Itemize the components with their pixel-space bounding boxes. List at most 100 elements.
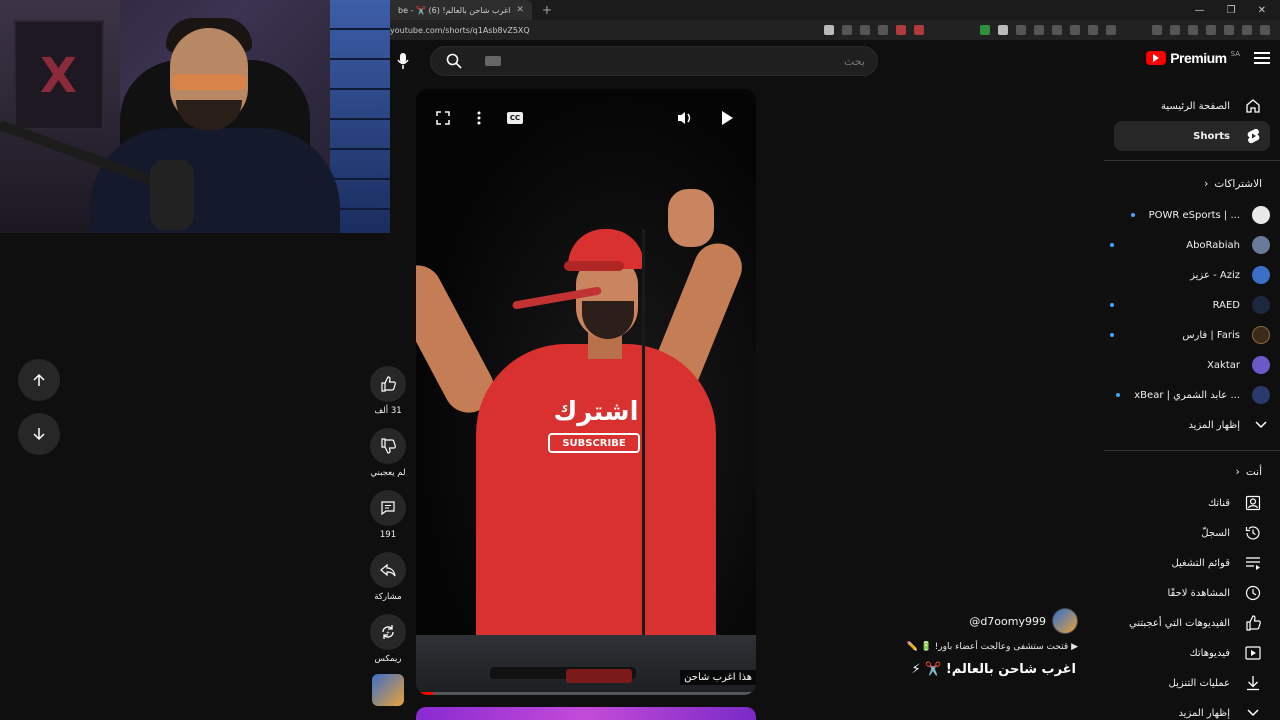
- restore-icon[interactable]: ❐: [1227, 5, 1236, 16]
- download-toolbar-icon[interactable]: [1206, 25, 1216, 35]
- music-icon[interactable]: [1152, 25, 1162, 35]
- profile-icon[interactable]: [1224, 25, 1234, 35]
- thumbs-up-icon: [381, 376, 396, 392]
- show-more-subscriptions[interactable]: إظهار المزيد: [1110, 413, 1270, 437]
- volume-icon: [678, 112, 691, 124]
- wallet-icon[interactable]: [1188, 25, 1198, 35]
- alert-icon[interactable]: [914, 25, 924, 35]
- extension-wifi-icon[interactable]: [1016, 25, 1026, 35]
- sidebar-toggle-icon[interactable]: [1170, 25, 1180, 35]
- close-window-icon[interactable]: ✕: [1258, 5, 1266, 16]
- shorts-video-player[interactable]: اشترك SUBSCRIBE CC هذا اغرب شاحن: [416, 89, 756, 695]
- extension-green-icon[interactable]: [980, 25, 990, 35]
- dislike-label: لم يعجبني: [370, 468, 406, 478]
- more-options-button[interactable]: [468, 107, 490, 129]
- toolbar-icons: [824, 25, 1280, 35]
- extension-icon[interactable]: [896, 25, 906, 35]
- subscription-item[interactable]: AboRabiah: [1110, 233, 1270, 257]
- new-tab-icon[interactable]: +: [542, 3, 552, 17]
- translate-icon[interactable]: [824, 25, 834, 35]
- playlist-icon: [1244, 554, 1262, 572]
- channel-avatar: [1252, 356, 1270, 374]
- extension-box-icon[interactable]: [1070, 25, 1080, 35]
- browser-tab-active[interactable]: be - ✂️ اغرب شاحن بالعالم! (6) ✕: [390, 0, 532, 20]
- comments-button[interactable]: [370, 490, 406, 526]
- zoom-icon[interactable]: [860, 25, 870, 35]
- subscription-item[interactable]: RAED: [1110, 293, 1270, 317]
- chevron-left-icon: ‹: [1235, 466, 1240, 478]
- subscription-item[interactable]: Xaktar: [1110, 353, 1270, 377]
- remix-button[interactable]: +: [370, 614, 406, 650]
- show-more-you[interactable]: إظهار المزيد: [1114, 698, 1270, 720]
- video-table: [416, 635, 756, 695]
- search-input[interactable]: [501, 54, 877, 68]
- webcam-poster: [14, 20, 104, 130]
- screenshot-icon[interactable]: [842, 25, 852, 35]
- extension-circle-icon[interactable]: [1106, 25, 1116, 35]
- captions-button[interactable]: CC: [504, 107, 526, 129]
- minimize-icon[interactable]: —: [1195, 5, 1205, 16]
- subscription-item[interactable]: xBear | عابد الشمري ...: [1110, 383, 1270, 407]
- channel-handle[interactable]: @d7oomy999: [969, 615, 1046, 628]
- menu-icon[interactable]: [1260, 25, 1270, 35]
- youtube-premium-logo[interactable]: Premium SA: [1146, 50, 1240, 66]
- sidebar-item-downloads[interactable]: عمليات التنزيل: [1114, 668, 1270, 698]
- url-text[interactable]: youtube.com/shorts/q1Asb8vZ5XQ: [390, 26, 824, 35]
- you-header[interactable]: أنت ‹: [1236, 466, 1262, 478]
- next-short-preview[interactable]: [416, 707, 756, 720]
- video-progress-bar[interactable]: [416, 692, 756, 695]
- subscription-item[interactable]: فارس | Faris: [1110, 323, 1270, 347]
- dislike-button[interactable]: [370, 428, 406, 464]
- share-button[interactable]: [370, 552, 406, 588]
- shirt-text: اشترك: [553, 397, 639, 427]
- sidebar-item-shorts[interactable]: Shorts: [1114, 121, 1270, 151]
- subscription-item[interactable]: POWR eSports | ...: [1110, 203, 1270, 227]
- video-title[interactable]: اغرب شاحن بالعالم! ✂️ ⚡: [911, 662, 1076, 677]
- hamburger-menu-icon[interactable]: [1254, 52, 1270, 64]
- vpn-icon[interactable]: [1242, 25, 1252, 35]
- sidebar-item-liked-videos[interactable]: الفيديوهات التي أعجبتني: [1114, 608, 1270, 638]
- sidebar-item-history[interactable]: السجلّ: [1114, 518, 1270, 548]
- close-tab-icon[interactable]: ✕: [516, 5, 524, 15]
- sidebar-item-your-channel[interactable]: قناتك: [1114, 488, 1270, 518]
- subscription-name: xBear | عابد الشمري ...: [1134, 389, 1240, 401]
- sidebar-item-label: قوائم التشغيل: [1171, 557, 1230, 569]
- logo-region: SA: [1230, 50, 1240, 58]
- new-content-dot: [1130, 213, 1135, 217]
- previous-short-button[interactable]: [18, 359, 60, 401]
- search-button[interactable]: [431, 46, 477, 76]
- extension-shield-icon[interactable]: [1088, 25, 1098, 35]
- volume-button[interactable]: [674, 107, 696, 129]
- next-short-button[interactable]: [18, 413, 60, 455]
- microphone-icon: [397, 53, 409, 69]
- logo-text: Premium: [1170, 50, 1227, 66]
- extension-puzzle-icon[interactable]: [1034, 25, 1044, 35]
- fullscreen-button[interactable]: [432, 107, 454, 129]
- svg-text:+: +: [386, 631, 390, 637]
- video-device: [566, 669, 632, 683]
- voice-search-button[interactable]: [390, 48, 416, 74]
- address-bar[interactable]: youtube.com/shorts/q1Asb8vZ5XQ: [390, 20, 1280, 40]
- channel-avatar[interactable]: [1052, 608, 1078, 634]
- extension-refresh-icon[interactable]: [1052, 25, 1062, 35]
- show-more-label: إظهار المزيد: [1188, 419, 1240, 431]
- sound-thumbnail[interactable]: [372, 674, 404, 706]
- video-description[interactable]: ▶ قتحت ستشفى وعالجت أعضاء باور! 🔋 ✏️: [890, 642, 1078, 652]
- keyboard-icon[interactable]: [485, 56, 501, 66]
- arrow-down-icon: [33, 428, 45, 441]
- subscription-name: POWR eSports | ...: [1148, 209, 1240, 221]
- like-button[interactable]: [370, 366, 406, 402]
- sidebar-item-your-videos[interactable]: فيديوهاتك: [1114, 638, 1270, 668]
- sidebar-item-watch-later[interactable]: المشاهدة لاحقًا: [1114, 578, 1270, 608]
- comment-icon: [381, 501, 395, 516]
- share-icon[interactable]: [878, 25, 888, 35]
- guide-sidebar: Premium SA الصفحة الرئيسية Shorts الاشتر…: [1104, 40, 1280, 720]
- subscription-item[interactable]: عزيز - Aziz: [1110, 263, 1270, 287]
- expand-icon: [436, 111, 450, 125]
- play-button[interactable]: [716, 107, 738, 129]
- tab-title: be - ✂️ اغرب شاحن بالعالم! (6): [398, 5, 511, 15]
- sidebar-item-playlists[interactable]: قوائم التشغيل: [1114, 548, 1270, 578]
- subscriptions-header[interactable]: الاشتراكات ‹: [1204, 178, 1262, 190]
- sidebar-item-home[interactable]: الصفحة الرئيسية: [1114, 91, 1270, 121]
- extension-diamond-icon[interactable]: [998, 25, 1008, 35]
